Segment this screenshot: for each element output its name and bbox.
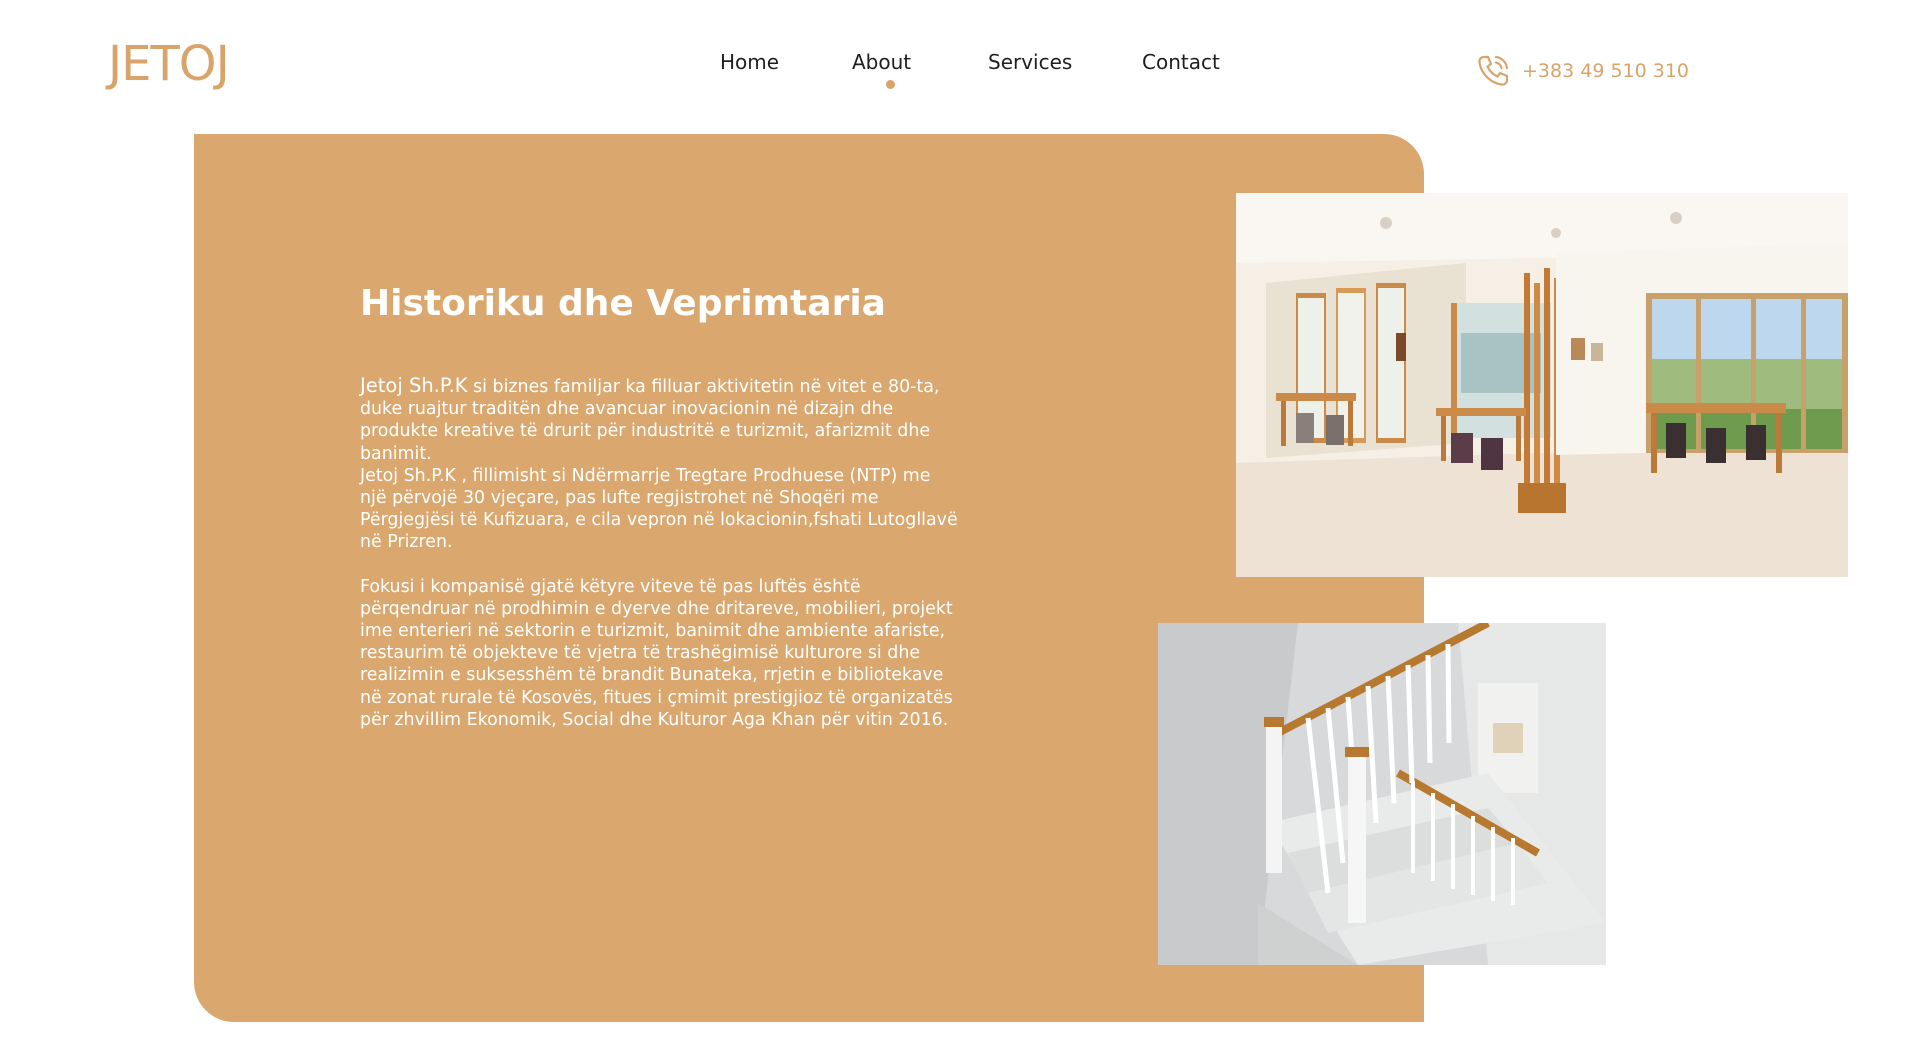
nav-contact[interactable]: Contact <box>1142 50 1220 74</box>
phone-call-icon <box>1474 52 1512 90</box>
phone-number: +383 49 510 310 <box>1522 60 1690 82</box>
paragraph-2: Jetoj Sh.P.K , fillimisht si Ndërmarrje … <box>360 465 958 553</box>
paragraph-3: Fokusi i kompanisë gjatë këtyre viteve t… <box>360 576 953 730</box>
staircase-photo <box>1158 623 1606 965</box>
nav-services[interactable]: Services <box>988 50 1072 74</box>
paragraph-1-lead: Jetoj Sh.P.K <box>360 374 468 397</box>
about-text: Jetoj Sh.P.K si biznes familjar ka fillu… <box>360 374 960 731</box>
paragraph-1: Jetoj Sh.P.K si biznes familjar ka fillu… <box>360 374 960 465</box>
nav-home[interactable]: Home <box>720 50 779 74</box>
dining-room-photo <box>1236 193 1848 577</box>
phone-link[interactable]: +383 49 510 310 <box>1474 52 1689 90</box>
page: JETOJ Home About Services Contact +383 4… <box>0 0 1920 1050</box>
section-title: Historiku dhe Veprimtaria <box>360 283 886 324</box>
active-indicator <box>886 80 895 89</box>
nav-about[interactable]: About <box>852 50 911 74</box>
